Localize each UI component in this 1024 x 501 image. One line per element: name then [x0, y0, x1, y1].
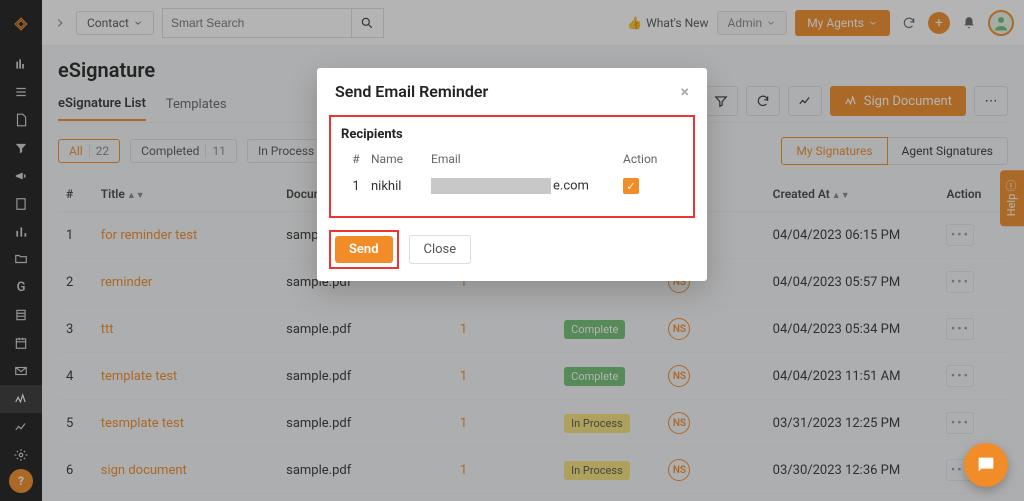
recip-col-idx: # [341, 152, 371, 166]
send-email-reminder-modal: Send Email Reminder × Recipients # Name … [317, 68, 707, 281]
send-highlight-box: Send [329, 230, 399, 269]
email-redacted [431, 178, 551, 194]
recip-col-action: Action [623, 152, 683, 166]
recipient-row: 1 nikhil e.com ✓ [341, 170, 683, 202]
modal-close-button[interactable]: × [681, 82, 690, 101]
recipient-email: e.com [431, 178, 623, 194]
recipient-index: 1 [341, 179, 371, 194]
recipient-checkbox[interactable]: ✓ [623, 178, 639, 194]
modal-title-text: Send Email Reminder [335, 82, 488, 101]
close-button[interactable]: Close [409, 235, 472, 264]
recipients-heading: Recipients [341, 127, 683, 142]
send-button[interactable]: Send [335, 236, 393, 263]
chat-bubble[interactable] [964, 443, 1008, 487]
recip-col-name: Name [371, 152, 431, 166]
recip-col-email: Email [431, 152, 623, 166]
recipients-highlight-box: Recipients # Name Email Action 1 nikhil … [329, 115, 695, 218]
recipient-name: nikhil [371, 179, 431, 194]
